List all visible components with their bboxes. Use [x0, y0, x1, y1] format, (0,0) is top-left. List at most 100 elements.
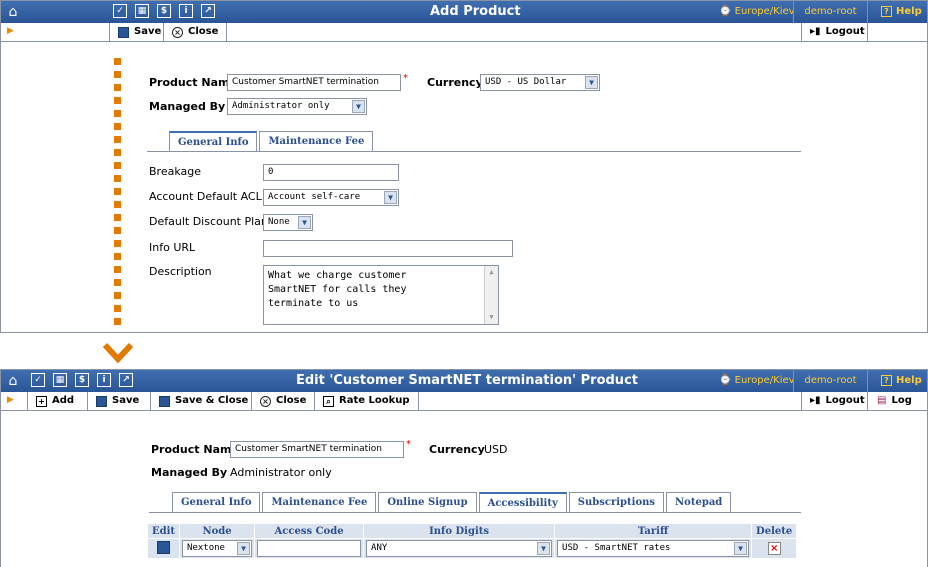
chevron-down-icon: ▼ — [237, 542, 251, 555]
product-name-label: Product Name — [149, 76, 237, 89]
chevron-down-icon: ▼ — [734, 542, 748, 555]
accessibility-table: Edit Node Access Code Info Digits Tariff… — [146, 523, 798, 559]
tab-divider — [149, 512, 801, 513]
logout-button[interactable]: ▸▮ Logout — [801, 23, 868, 41]
col-delete: Delete — [751, 523, 798, 539]
tab-general-info[interactable]: General Info — [169, 131, 258, 151]
managed-by-label: Managed By — [149, 100, 226, 113]
close-icon: × — [172, 26, 183, 38]
save-button[interactable]: Save — [87, 392, 147, 410]
tab-online-signup[interactable]: Online Signup — [378, 492, 477, 512]
chevron-down-icon: ▼ — [585, 76, 598, 89]
dollar-icon[interactable]: $ — [157, 4, 171, 18]
node-value: Nextone — [187, 543, 225, 553]
col-tariff: Tariff — [554, 523, 753, 539]
tariff-select[interactable]: USD - SmartNET rates ▼ — [557, 540, 750, 557]
info-digits-select[interactable]: ANY ▼ — [366, 540, 553, 557]
delete-icon[interactable]: × — [767, 542, 781, 555]
chart-icon[interactable]: ↗ — [201, 4, 215, 18]
logout-button[interactable]: ▸▮ Logout — [801, 392, 868, 410]
chevron-down-icon: ▼ — [384, 191, 397, 204]
product-name-input[interactable]: Customer SmartNET termination — [227, 74, 401, 91]
calculator-icon[interactable]: ▦ — [135, 4, 149, 18]
close-label: Close — [276, 395, 307, 406]
textarea-scrollbar[interactable]: ▲ ▼ — [484, 266, 498, 324]
info-icon[interactable]: i — [97, 373, 111, 387]
rate-lookup-button[interactable]: ⌕ Rate Lookup — [314, 392, 419, 410]
timezone-text: Europe/Kiev — [734, 375, 795, 386]
add-button[interactable]: + Add — [27, 392, 82, 410]
dollar-icon[interactable]: $ — [75, 373, 89, 387]
save-row-icon[interactable] — [157, 540, 171, 554]
logout-label: Logout — [825, 395, 865, 406]
help-link[interactable]: ? Help — [881, 375, 922, 386]
save-button[interactable]: Save — [109, 23, 169, 41]
title-bar: ⌂ ✓ ▦ $ i ↗ Edit 'Customer SmartNET term… — [1, 370, 927, 392]
help-text: Help — [896, 375, 922, 386]
tab-notepad[interactable]: Notepad — [666, 492, 732, 512]
help-link[interactable]: ? Help — [881, 6, 922, 17]
edit-cell — [146, 538, 181, 559]
managed-by-value: Administrator only — [230, 466, 332, 479]
acl-label: Account Default ACL — [149, 190, 262, 203]
scroll-up-icon[interactable]: ▲ — [487, 268, 496, 277]
col-access-code: Access Code — [254, 523, 365, 539]
edit-product-window: ⌂ ✓ ▦ $ i ↗ Edit 'Customer SmartNET term… — [0, 369, 928, 567]
tab-maintenance-fee[interactable]: Maintenance Fee — [259, 131, 374, 151]
chevron-down-icon: ▼ — [352, 100, 365, 113]
tariff-cell: USD - SmartNET rates ▼ — [554, 538, 753, 559]
tab-accessibility[interactable]: Accessibility — [478, 492, 567, 512]
add-label: Add — [52, 395, 75, 406]
currency-select[interactable]: USD - US Dollar ▼ — [480, 74, 600, 91]
acl-value: Account self-care — [268, 192, 361, 202]
quick-icons: ✓ ▦ $ i ↗ — [113, 4, 215, 18]
managed-by-select[interactable]: Administrator only ▼ — [227, 98, 367, 115]
breakage-label: Breakage — [149, 165, 202, 178]
info-url-input[interactable] — [263, 240, 513, 257]
close-label: Close — [188, 26, 219, 37]
discount-plan-select[interactable]: None ▼ — [263, 214, 313, 231]
timezone-text: Europe/Kiev — [734, 6, 795, 17]
node-select[interactable]: Nextone ▼ — [182, 540, 253, 557]
access-code-input[interactable] — [257, 540, 362, 557]
tab-general-info[interactable]: General Info — [172, 492, 261, 512]
page-title: Add Product — [430, 4, 521, 19]
currency-value: USD — [484, 443, 508, 456]
user-link[interactable]: demo-root — [793, 370, 868, 392]
description-textarea[interactable]: What we charge customer SmartNET for cal… — [263, 265, 499, 325]
close-button[interactable]: × Close — [163, 23, 228, 41]
description-label: Description — [149, 265, 212, 278]
home-icon[interactable]: ⌂ — [5, 4, 21, 20]
calculator-icon[interactable]: ▦ — [53, 373, 67, 387]
user-link[interactable]: demo-root — [793, 1, 868, 23]
toolbar: ▶ Save × Close ▸▮ Logout — [1, 23, 927, 42]
home-icon[interactable]: ⌂ — [5, 373, 21, 389]
tariff-value: USD - SmartNET rates — [562, 543, 671, 553]
product-name-label: Product Name — [151, 443, 239, 456]
chart-icon[interactable]: ↗ — [119, 373, 133, 387]
help-icon: ? — [881, 375, 892, 386]
logout-icon: ▸▮ — [810, 395, 821, 406]
tab-maintenance-fee[interactable]: Maintenance Fee — [262, 492, 377, 512]
timezone-link[interactable]: ⌚ Europe/Kiev — [719, 375, 795, 386]
info-digits-value: ANY — [371, 543, 388, 553]
acl-select[interactable]: Account self-care ▼ — [263, 189, 399, 206]
checkbox-icon[interactable]: ✓ — [31, 373, 45, 387]
log-button[interactable]: ▤ Log — [869, 392, 920, 410]
checkbox-icon[interactable]: ✓ — [113, 4, 127, 18]
tab-bar: General Info Maintenance Fee Online Sign… — [172, 492, 733, 512]
access-code-cell — [254, 538, 365, 559]
tab-subscriptions[interactable]: Subscriptions — [568, 492, 665, 512]
breakage-input[interactable]: 0 — [263, 164, 399, 181]
save-close-button[interactable]: Save & Close — [150, 392, 256, 410]
description-text: What we charge customer SmartNET for cal… — [268, 270, 407, 309]
lookup-icon: ⌕ — [323, 395, 334, 407]
info-digits-cell: ANY ▼ — [363, 538, 556, 559]
close-button[interactable]: × Close — [251, 392, 314, 410]
scroll-down-icon[interactable]: ▼ — [487, 313, 496, 322]
timezone-link[interactable]: ⌚ Europe/Kiev — [719, 6, 795, 17]
chevron-down-icon: ▼ — [298, 216, 311, 229]
product-name-input[interactable]: Customer SmartNET termination — [230, 441, 404, 458]
info-icon[interactable]: i — [179, 4, 193, 18]
title-bar: ⌂ ✓ ▦ $ i ↗ Add Product ⌚ Europe/Kiev de… — [1, 1, 927, 23]
